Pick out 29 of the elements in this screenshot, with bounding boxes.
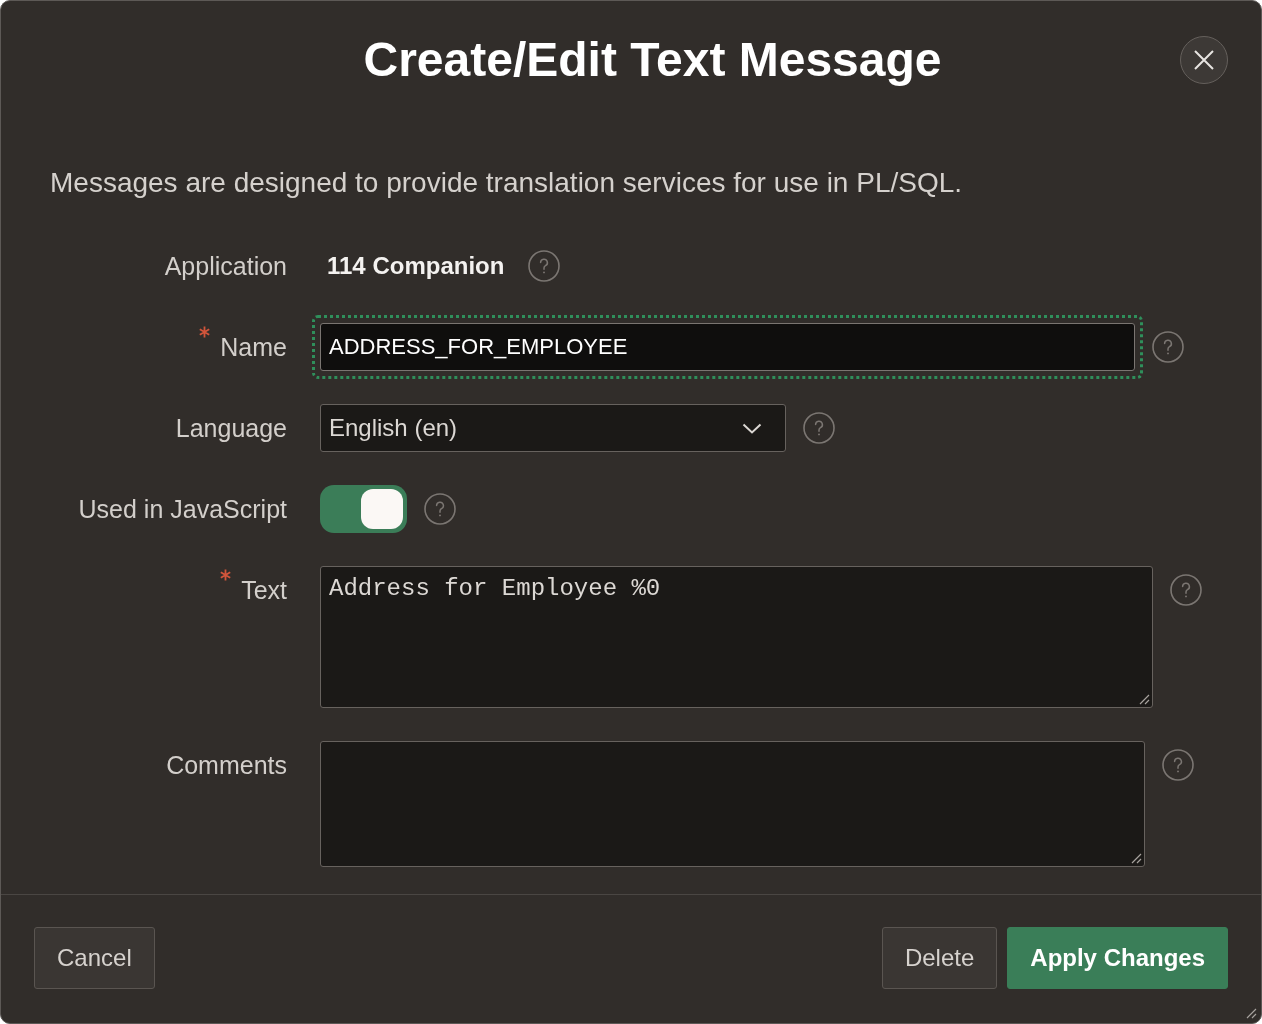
text-input[interactable]: ADDRESS_FOR_EMPLOYEE bbox=[320, 323, 1135, 371]
close-icon bbox=[1194, 49, 1214, 70]
toggle-switch[interactable] bbox=[320, 485, 407, 533]
field-label: Name bbox=[220, 332, 287, 363]
primary-button[interactable]: Apply Changes bbox=[1007, 927, 1228, 989]
field-label: Application bbox=[164, 251, 287, 282]
help-icon[interactable] bbox=[528, 250, 561, 282]
help-icon[interactable] bbox=[424, 493, 456, 525]
resize-grip-icon[interactable] bbox=[1138, 693, 1150, 705]
field-value: 114 Companion bbox=[326, 251, 505, 281]
secondary-button[interactable]: Cancel bbox=[34, 927, 155, 989]
field-label: Comments bbox=[166, 750, 287, 781]
secondary-button[interactable]: Delete bbox=[881, 927, 998, 989]
resize-grip-icon[interactable] bbox=[1245, 1007, 1257, 1019]
help-icon[interactable] bbox=[803, 412, 835, 444]
help-icon[interactable] bbox=[1152, 331, 1184, 363]
close-button[interactable] bbox=[1180, 35, 1228, 84]
field-label: Text bbox=[241, 575, 287, 606]
chevron-down-icon bbox=[742, 422, 762, 434]
help-icon[interactable] bbox=[1162, 749, 1194, 781]
text-area[interactable]: Address for Employee %0 bbox=[320, 566, 1153, 708]
help-icon[interactable] bbox=[1170, 574, 1202, 606]
resize-grip-icon[interactable] bbox=[1130, 852, 1142, 864]
dropdown-select[interactable]: English (en) bbox=[320, 404, 786, 452]
field-label: Used in JavaScript bbox=[78, 494, 287, 525]
description-text: Messages are designed to provide translation services for use in PL/SQL. bbox=[50, 167, 964, 199]
switch-knob bbox=[361, 489, 403, 529]
field-label: Language bbox=[175, 413, 287, 444]
dialog-title: Create/Edit Text Message bbox=[362, 35, 943, 84]
